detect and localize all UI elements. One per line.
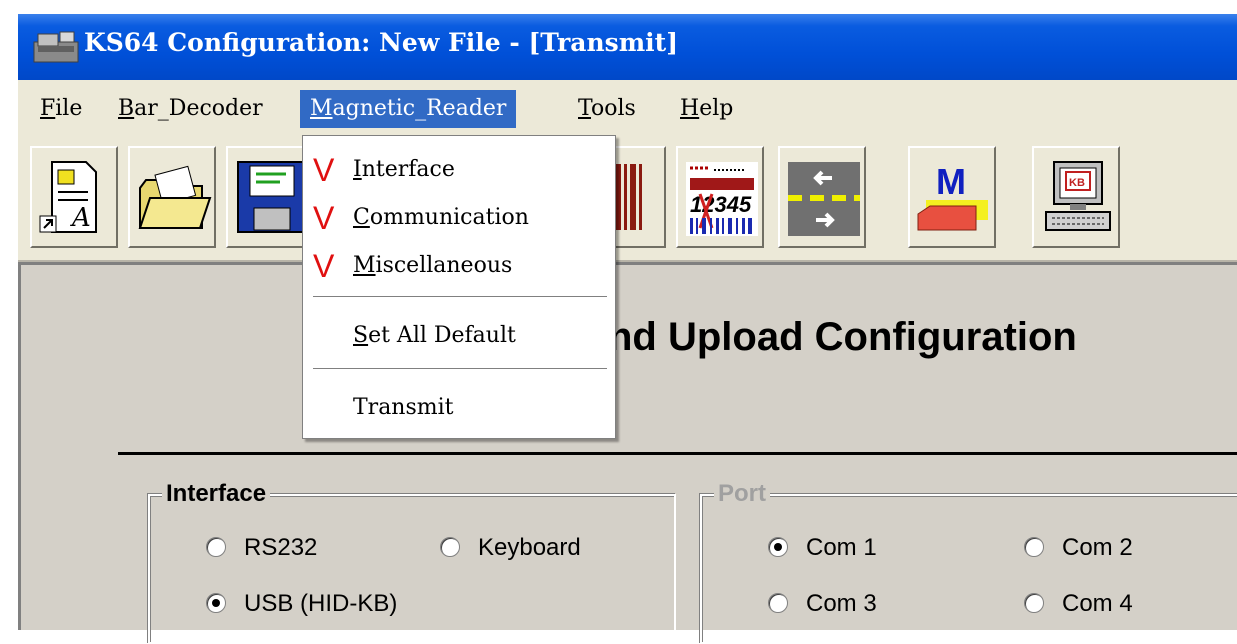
open-file-button[interactable]	[128, 146, 216, 248]
menu-item-miscellaneous-label: Miscellaneous	[353, 253, 513, 278]
menu-bar: File Bar_Decoder Magnetic_Reader Tools H…	[18, 80, 1237, 136]
radio-usb-hid-kb-label: USB (HID-KB)	[244, 590, 398, 617]
radio-usb-hid-kb[interactable]: USB (HID-KB)	[206, 590, 397, 618]
port-group-legend: Port	[714, 480, 770, 508]
menu-bar-decoder[interactable]: Bar_Decoder	[118, 90, 263, 128]
save-floppy-icon	[237, 161, 307, 233]
radio-com3-label: Com 3	[806, 590, 877, 617]
radio-usb-hid-kb-circle[interactable]	[206, 593, 226, 613]
radio-com4[interactable]: Com 4	[1024, 590, 1133, 618]
page-heading: nd Upload Configuration	[608, 315, 1077, 359]
radio-rs232-circle[interactable]	[206, 537, 226, 557]
radio-com1[interactable]: Com 1	[768, 534, 877, 562]
magnetic-letter: M	[936, 161, 966, 202]
radio-com3-circle[interactable]	[768, 593, 788, 613]
open-folder-icon	[138, 165, 212, 229]
menu-item-set-all-default[interactable]: Set All Default	[303, 316, 615, 356]
menu-item-transmit[interactable]: Transmit	[303, 388, 615, 428]
save-button[interactable]	[226, 146, 314, 248]
radio-keyboard[interactable]: Keyboard	[440, 534, 581, 562]
computer-screen-label: KB	[1069, 177, 1085, 189]
menu-item-miscellaneous[interactable]: V Miscellaneous	[303, 246, 615, 286]
radio-keyboard-label: Keyboard	[478, 534, 581, 561]
radio-com1-circle[interactable]	[768, 537, 788, 557]
heading-divider	[118, 452, 1237, 455]
computer-keyboard-button[interactable]: KB	[1032, 146, 1120, 248]
barcode-12345-button[interactable]: 12345	[676, 146, 764, 248]
menu-item-interface-label: Interface	[353, 157, 455, 182]
magnetic-card-icon: M	[917, 161, 988, 231]
menu-separator	[313, 368, 607, 370]
radio-com2[interactable]: Com 2	[1024, 534, 1133, 562]
menu-help[interactable]: Help	[680, 90, 733, 128]
radio-com4-circle[interactable]	[1024, 593, 1044, 613]
transfer-button[interactable]	[778, 146, 866, 248]
radio-com3[interactable]: Com 3	[768, 590, 877, 618]
menu-item-set-all-default-label: Set All Default	[353, 323, 516, 348]
menu-magnetic-reader[interactable]: Magnetic_Reader	[300, 90, 517, 128]
barcode-12345-icon: 12345	[686, 162, 758, 236]
svg-text:A: A	[70, 203, 91, 233]
radio-com4-label: Com 4	[1062, 590, 1133, 617]
new-file-icon: A	[39, 161, 97, 233]
title-bar[interactable]: KS64 Configuration: New File - [Transmit…	[18, 14, 1237, 80]
radio-keyboard-circle[interactable]	[440, 537, 460, 557]
communication-check-mark: V	[313, 200, 335, 236]
menu-tools[interactable]: Tools	[578, 90, 636, 128]
menu-item-communication[interactable]: V Communication	[303, 198, 615, 238]
menu-item-communication-label: Communication	[353, 205, 529, 230]
arrows-transfer-icon	[788, 162, 860, 236]
radio-rs232-label: RS232	[244, 534, 318, 561]
toolbar: A 12345 M KB	[18, 136, 1237, 262]
interface-check-mark: V	[313, 152, 335, 188]
app-icon	[32, 28, 80, 66]
menu-file[interactable]: File	[40, 90, 82, 128]
radio-com2-label: Com 2	[1062, 534, 1133, 561]
window-title: KS64 Configuration: New File - [Transmit…	[84, 28, 679, 57]
menu-item-transmit-label: Transmit	[353, 395, 454, 420]
menu-item-interface[interactable]: V Interface	[303, 150, 615, 190]
interface-groupbox: Interface	[148, 480, 676, 644]
interface-group-legend: Interface	[162, 480, 271, 508]
magnetic-card-button[interactable]: M	[908, 146, 996, 248]
radio-com1-label: Com 1	[806, 534, 877, 561]
radio-rs232[interactable]: RS232	[206, 534, 317, 562]
magnetic-reader-dropdown: V Interface V Communication V Miscellane…	[302, 135, 616, 439]
new-file-button[interactable]: A	[30, 146, 118, 248]
menu-separator	[313, 296, 607, 298]
miscellaneous-check-mark: V	[313, 248, 335, 284]
computer-keyboard-icon: KB	[1045, 161, 1111, 231]
radio-com2-circle[interactable]	[1024, 537, 1044, 557]
port-groupbox: Port	[700, 480, 1237, 644]
